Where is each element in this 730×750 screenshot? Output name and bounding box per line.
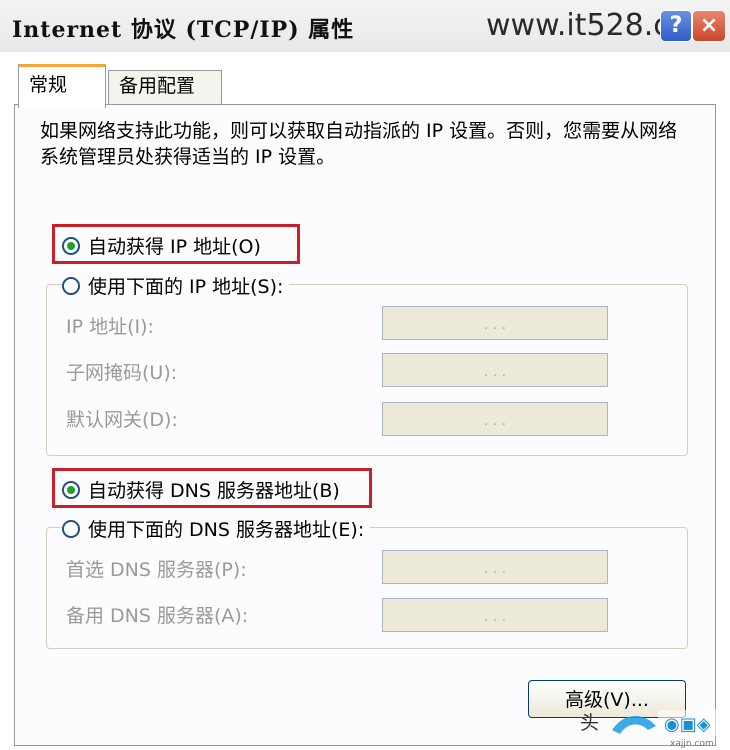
subnet-mask-input[interactable]: . . . [382, 353, 608, 387]
close-button[interactable]: × [692, 10, 726, 42]
subnet-mask-label: 子网掩码(U): [66, 362, 178, 384]
radio-button-icon[interactable] [62, 519, 80, 538]
radio-manual-ip-label: 使用下面的 IP 地址(S): [88, 276, 284, 298]
radio-button-icon[interactable] [62, 276, 80, 295]
ip-address-label: IP 地址(I): [66, 316, 154, 338]
radio-button-icon[interactable] [62, 480, 80, 499]
help-button[interactable]: ? [660, 10, 692, 42]
radio-manual-dns-label: 使用下面的 DNS 服务器地址(E): [88, 519, 365, 541]
radio-auto-ip[interactable]: 自动获得 IP 地址(O) [62, 232, 261, 259]
window-title: Internet 协议 (TCP/IP) 属性 [12, 17, 355, 43]
site-logo-watermark: ◉▣◈ xajjn.com [612, 710, 724, 748]
default-gateway-label: 默认网关(D): [66, 409, 178, 431]
preferred-dns-input[interactable]: . . . [382, 550, 608, 584]
svg-text:xajjn.com: xajjn.com [670, 739, 714, 748]
svg-text:◉▣◈: ◉▣◈ [664, 714, 711, 735]
alternate-dns-value: . . . [483, 609, 507, 625]
radio-manual-ip[interactable]: 使用下面的 IP 地址(S): [62, 272, 290, 299]
source-watermark-text: 头 [580, 712, 600, 734]
radio-auto-ip-label: 自动获得 IP 地址(O) [88, 236, 261, 258]
ip-address-input[interactable]: . . . [382, 306, 608, 340]
alternate-dns-label: 备用 DNS 服务器(A): [66, 605, 249, 627]
radio-auto-dns-label: 自动获得 DNS 服务器地址(B) [88, 480, 340, 502]
tab-alternate-config[interactable]: 备用配置 [108, 70, 222, 106]
ip-address-value: . . . [483, 317, 507, 333]
preferred-dns-label: 首选 DNS 服务器(P): [66, 559, 247, 581]
radio-auto-dns[interactable]: 自动获得 DNS 服务器地址(B) [62, 476, 340, 503]
description-text: 如果网络支持此功能，则可以获取自动指派的 IP 设置。否则，您需要从网络系统管理… [40, 120, 678, 168]
default-gateway-value: . . . [483, 413, 507, 429]
tab-general[interactable]: 常规 [18, 64, 106, 108]
default-gateway-input[interactable]: . . . [382, 402, 608, 436]
radio-manual-dns[interactable]: 使用下面的 DNS 服务器地址(E): [62, 515, 371, 542]
radio-button-icon[interactable] [62, 236, 80, 255]
alternate-dns-input[interactable]: . . . [382, 598, 608, 632]
preferred-dns-value: . . . [483, 561, 507, 577]
subnet-mask-value: . . . [483, 364, 507, 380]
title-bar: Internet 协议 (TCP/IP) 属性 www.it528.com ? … [0, 0, 730, 52]
